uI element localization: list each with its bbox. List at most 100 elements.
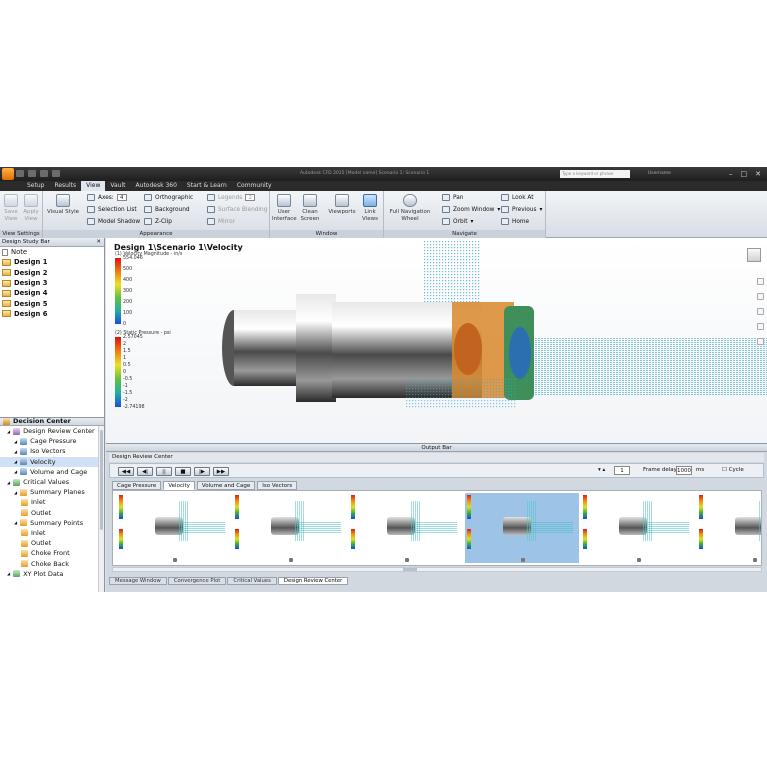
- scrollbar-thumb[interactable]: [403, 568, 417, 571]
- save-view-button[interactable]: Save View: [2, 194, 20, 222]
- expand-icon[interactable]: ◢: [14, 439, 17, 444]
- expand-icon[interactable]: ◢: [14, 459, 17, 464]
- frame-delay-field[interactable]: 1000: [676, 466, 692, 475]
- lock-icon[interactable]: [753, 558, 757, 562]
- new-icon[interactable]: [16, 170, 24, 177]
- design-item[interactable]: Design 5: [0, 298, 104, 308]
- tree-item-design-review-center[interactable]: ◢ Design Review Center: [0, 426, 104, 436]
- image-thumbnail[interactable]: [465, 493, 579, 563]
- image-tab-volume-and-cage[interactable]: Volume and Cage: [196, 481, 256, 490]
- tree-item-critical-values[interactable]: ◢ Critical Values: [0, 477, 104, 487]
- decision-center-header[interactable]: Decision Center: [0, 417, 104, 426]
- tab-setup[interactable]: Setup: [22, 181, 49, 191]
- tab-community[interactable]: Community: [232, 181, 277, 191]
- output-tab-message-window[interactable]: Message Window: [109, 577, 167, 585]
- undo-icon[interactable]: [52, 170, 60, 177]
- previous-button[interactable]: Previous ▾: [501, 206, 542, 213]
- playback-button-2[interactable]: ||: [156, 467, 172, 476]
- expand-icon[interactable]: ◢: [7, 480, 10, 485]
- tree-item-summary-points[interactable]: ◢ Summary Points: [0, 518, 104, 528]
- tree-item-cage-pressure[interactable]: ◢ Cage Pressure: [0, 436, 104, 446]
- save-icon[interactable]: [40, 170, 48, 177]
- pan-icon[interactable]: [756, 278, 764, 285]
- orbit-button[interactable]: Orbit ▾: [442, 218, 473, 225]
- playback-button-0[interactable]: ◀◀: [118, 467, 134, 476]
- image-thumbnail[interactable]: [233, 493, 347, 563]
- close-icon[interactable]: ✕: [96, 238, 101, 247]
- expand-icon[interactable]: ◢: [14, 490, 17, 495]
- design-item[interactable]: Design 1: [0, 257, 104, 267]
- zoom-window-button[interactable]: Zoom Window ▾: [442, 206, 500, 213]
- image-thumbnail[interactable]: [117, 493, 231, 563]
- viewcube[interactable]: [747, 248, 761, 262]
- tree-item-summary-planes[interactable]: ◢ Summary Planes: [0, 487, 104, 497]
- tab-autodesk-360[interactable]: Autodesk 360: [131, 181, 182, 191]
- cycle-checkbox[interactable]: ☐ Cycle: [722, 467, 744, 473]
- design-item[interactable]: Design 4: [0, 288, 104, 298]
- image-thumbnail[interactable]: [581, 493, 695, 563]
- tree-item-xy-plot-data[interactable]: ◢ XY Plot Data: [0, 569, 104, 579]
- tree-item-outlet[interactable]: Outlet: [0, 538, 104, 548]
- image-strip-scrollbar[interactable]: [112, 567, 762, 572]
- full-navigation-wheel-button[interactable]: Full Navigation Wheel: [386, 194, 434, 222]
- lock-icon[interactable]: [289, 558, 293, 562]
- expand-icon[interactable]: ◢: [14, 449, 17, 454]
- selection-list-button[interactable]: Selection List: [87, 206, 137, 213]
- tree-item-choke-front[interactable]: Choke Front: [0, 548, 104, 558]
- background-button[interactable]: Background: [144, 206, 190, 213]
- playback-button-5[interactable]: ▶▶: [213, 467, 229, 476]
- design-item[interactable]: Design 2: [0, 268, 104, 278]
- note-item[interactable]: Note: [0, 247, 104, 257]
- apply-view-button[interactable]: Apply View: [21, 194, 41, 222]
- legends-spinner[interactable]: 2: [245, 194, 256, 201]
- minimize-icon[interactable]: –: [729, 170, 733, 178]
- surface-blending-button[interactable]: Surface Blending: [207, 206, 267, 213]
- expand-icon[interactable]: ◢: [14, 520, 17, 525]
- output-tab-convergence-plot[interactable]: Convergence Plot: [167, 577, 227, 585]
- output-tab-critical-values[interactable]: Critical Values: [227, 577, 277, 585]
- design-item[interactable]: Design 3: [0, 278, 104, 288]
- close-icon[interactable]: ✕: [755, 170, 761, 178]
- image-thumbnail[interactable]: [349, 493, 463, 563]
- axes-spinner[interactable]: 4: [116, 194, 127, 201]
- playback-button-1[interactable]: ◀|: [137, 467, 153, 476]
- tree-item-outlet[interactable]: Outlet: [0, 508, 104, 518]
- frame-index-arrows[interactable]: ▾ ▴: [598, 467, 605, 473]
- tab-view[interactable]: View: [81, 181, 106, 191]
- wheel-icon[interactable]: [756, 338, 764, 345]
- tree-item-inlet[interactable]: Inlet: [0, 528, 104, 538]
- lock-icon[interactable]: [521, 558, 525, 562]
- orbit-icon[interactable]: [756, 308, 764, 315]
- frame-index-field[interactable]: 1: [614, 466, 630, 475]
- tree-item-inlet[interactable]: Inlet: [0, 497, 104, 507]
- orthographic-button[interactable]: Orthographic: [144, 194, 193, 201]
- user-interface-button[interactable]: User Interface: [272, 194, 297, 222]
- expand-icon[interactable]: ◢: [7, 429, 10, 434]
- axes-control[interactable]: Axes: 4: [87, 194, 127, 201]
- tab-results[interactable]: Results: [49, 181, 81, 191]
- lock-icon[interactable]: [173, 558, 177, 562]
- look-icon[interactable]: [756, 323, 764, 330]
- design-item[interactable]: Design 6: [0, 309, 104, 319]
- expand-icon[interactable]: ◢: [7, 571, 10, 576]
- playback-button-3[interactable]: ■: [175, 467, 191, 476]
- lock-icon[interactable]: [405, 558, 409, 562]
- zclip-button[interactable]: Z-Clip: [144, 218, 172, 225]
- expand-icon[interactable]: ◢: [14, 469, 17, 474]
- tree-item-iso-vectors[interactable]: ◢ Iso Vectors: [0, 446, 104, 456]
- image-tab-iso-vectors[interactable]: Iso Vectors: [257, 481, 298, 490]
- lock-icon[interactable]: [637, 558, 641, 562]
- help-search-input[interactable]: Type a keyword or phrase: [560, 170, 630, 178]
- tree-item-velocity[interactable]: ◢ Velocity: [0, 456, 104, 467]
- mirror-button[interactable]: Mirror: [207, 218, 235, 225]
- graphics-viewport[interactable]: Design 1\Scenario 1\Velocity (1) Velocit…: [106, 238, 767, 443]
- zoom-icon[interactable]: [756, 293, 764, 300]
- tab-start-learn[interactable]: Start & Learn: [182, 181, 232, 191]
- playback-button-4[interactable]: |▶: [194, 467, 210, 476]
- model-shadow-button[interactable]: Model Shadow: [87, 218, 140, 225]
- scrollbar-thumb[interactable]: [100, 430, 103, 530]
- tree-item-choke-back[interactable]: Choke Back: [0, 558, 104, 568]
- image-tab-cage-pressure[interactable]: Cage Pressure: [112, 481, 162, 490]
- look-at-button[interactable]: Look At: [501, 194, 534, 201]
- legends-control[interactable]: Legends 2: [207, 194, 256, 201]
